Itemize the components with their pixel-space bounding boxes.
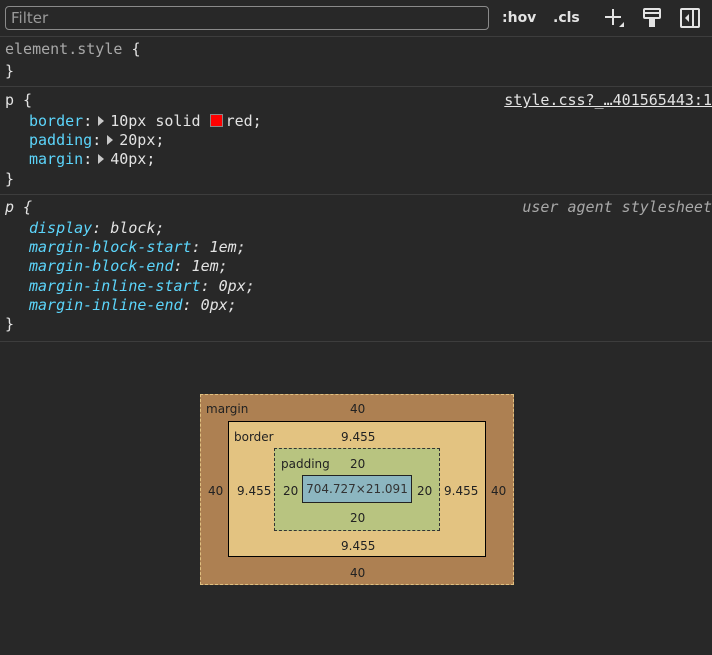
colon: :: [92, 131, 102, 149]
ua-close-brace: }: [5, 315, 15, 333]
colon: :: [200, 277, 219, 295]
element-style-close-brace: }: [5, 62, 15, 80]
colon: :: [83, 112, 93, 130]
declaration-margin-inline-end: margin-inline-end: 0px;: [29, 296, 237, 315]
ua-open-brace: {: [14, 198, 33, 216]
style-rule-p: p { style.css?_…401565443:1 border: 10px …: [0, 87, 712, 195]
colon: :: [182, 296, 201, 314]
element-style-selector[interactable]: element.style {: [5, 40, 140, 59]
declaration-margin-block-end: margin-block-end: 1em;: [29, 257, 228, 276]
property-name: margin: [29, 150, 84, 168]
padding-bottom-value[interactable]: 20: [350, 511, 365, 525]
property-name: margin-inline-start: [29, 277, 201, 295]
property-name: display: [29, 219, 93, 237]
property-value: 0px;: [200, 296, 237, 314]
element-style-selector-text: element.style: [5, 40, 123, 58]
declaration-padding[interactable]: padding: 20px;: [29, 131, 164, 150]
colon: :: [191, 238, 210, 256]
hov-button[interactable]: :hov: [502, 6, 536, 30]
property-value: 1em;: [209, 238, 246, 256]
property-name: padding: [29, 131, 93, 149]
margin-left-value[interactable]: 40: [208, 484, 223, 498]
property-name: border: [29, 112, 84, 130]
property-value: 20px;: [119, 131, 165, 149]
rule-close-brace: }: [5, 170, 15, 188]
ua-selector-text: p: [5, 198, 15, 216]
toggle-sidebar-icon[interactable]: [679, 7, 701, 29]
declaration-margin[interactable]: margin: 40px;: [29, 150, 155, 169]
user-agent-rule-p: p { user agent stylesheet display: block…: [0, 195, 712, 342]
margin-label: margin: [206, 402, 249, 416]
margin-top-value[interactable]: 40: [350, 402, 365, 416]
filter-input[interactable]: [5, 6, 489, 30]
border-label: border: [234, 430, 274, 444]
colon: :: [83, 150, 93, 168]
margin-bottom-value[interactable]: 40: [350, 566, 365, 580]
declaration-border[interactable]: border: 10px solid red;: [29, 112, 262, 131]
user-agent-stylesheet-label: user agent stylesheet: [522, 198, 712, 216]
styles-toolbar: :hov .cls: [0, 0, 712, 37]
declaration-display: display: block;: [29, 219, 164, 238]
property-value: 10px solid: [110, 112, 210, 130]
rule-selector[interactable]: p {: [5, 91, 32, 110]
expand-triangle-icon[interactable]: [107, 135, 114, 145]
margin-right-value[interactable]: 40: [491, 484, 506, 498]
property-value: 40px;: [110, 150, 156, 168]
padding-label: padding: [281, 457, 330, 471]
element-style-open-brace: {: [131, 40, 141, 58]
cls-button[interactable]: .cls: [553, 6, 580, 30]
padding-right-value[interactable]: 20: [417, 484, 432, 498]
property-name: margin-inline-end: [29, 296, 183, 314]
property-name: margin-block-start: [29, 238, 192, 256]
border-left-value[interactable]: 9.455: [237, 484, 271, 498]
border-top-value[interactable]: 9.455: [341, 430, 375, 444]
expand-triangle-icon[interactable]: [98, 154, 105, 164]
new-style-rule-icon[interactable]: [603, 7, 625, 29]
colon: :: [173, 257, 192, 275]
border-bottom-value[interactable]: 9.455: [341, 539, 375, 553]
declaration-margin-inline-start: margin-inline-start: 0px;: [29, 277, 255, 296]
stylesheet-source-link[interactable]: style.css?_…401565443:1: [504, 91, 712, 110]
rule-open-brace: {: [14, 91, 33, 109]
rule-selector-text: p: [5, 91, 15, 109]
property-value-color: red;: [225, 112, 262, 130]
element-style-rule: element.style { }: [0, 37, 712, 87]
box-model-content[interactable]: 704.727×21.091: [302, 475, 412, 503]
padding-top-value[interactable]: 20: [350, 457, 365, 471]
property-name: margin-block-end: [29, 257, 174, 275]
paint-brush-icon[interactable]: [641, 7, 663, 29]
colon: :: [92, 219, 111, 237]
expand-triangle-icon[interactable]: [98, 116, 105, 126]
padding-left-value[interactable]: 20: [283, 484, 298, 498]
property-value: 1em;: [191, 257, 228, 275]
color-swatch[interactable]: [209, 114, 223, 127]
property-value: block;: [110, 219, 165, 237]
declaration-margin-block-start: margin-block-start: 1em;: [29, 238, 246, 257]
ua-rule-selector: p {: [5, 198, 32, 217]
property-value: 0px;: [218, 277, 255, 295]
border-right-value[interactable]: 9.455: [444, 484, 478, 498]
